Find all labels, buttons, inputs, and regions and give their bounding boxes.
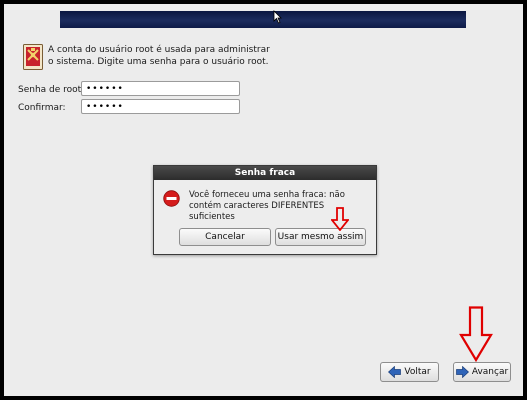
next-arrow-icon [455,366,469,378]
annotation-down-arrow [331,207,349,231]
mouse-cursor-icon [273,10,282,24]
header-line-1: A conta do usuário root é usada para adm… [48,45,270,55]
next-button[interactable]: Avançar [453,362,511,382]
confirm-password-label: Confirmar: [18,103,66,113]
use-anyway-button[interactable]: Usar mesmo assim [275,228,366,246]
header-description: A conta do usuário root é usada para adm… [48,44,278,68]
confirm-password-input[interactable] [81,99,240,114]
next-button-label: Avançar [471,367,509,377]
back-arrow-icon [388,366,402,378]
root-password-label: Senha de root: [18,85,85,95]
dialog-title: Senha fraca [154,166,376,180]
back-button-label: Voltar [404,367,431,377]
back-button[interactable]: Voltar [380,362,439,382]
top-banner [60,11,466,28]
annotation-down-arrow [459,306,493,362]
root-password-input[interactable] [81,81,240,96]
root-user-icon [23,44,43,70]
weak-password-dialog: Senha fraca Você forneceu uma senha frac… [153,165,377,255]
error-stop-icon [163,190,180,207]
cancel-button[interactable]: Cancelar [179,228,271,246]
installer-screen: A conta do usuário root é usada para adm… [4,4,523,396]
header-line-2: o sistema. Digite uma senha para o usuár… [48,57,269,67]
dialog-message-line-1: Você forneceu uma senha fraca: não [189,190,345,200]
